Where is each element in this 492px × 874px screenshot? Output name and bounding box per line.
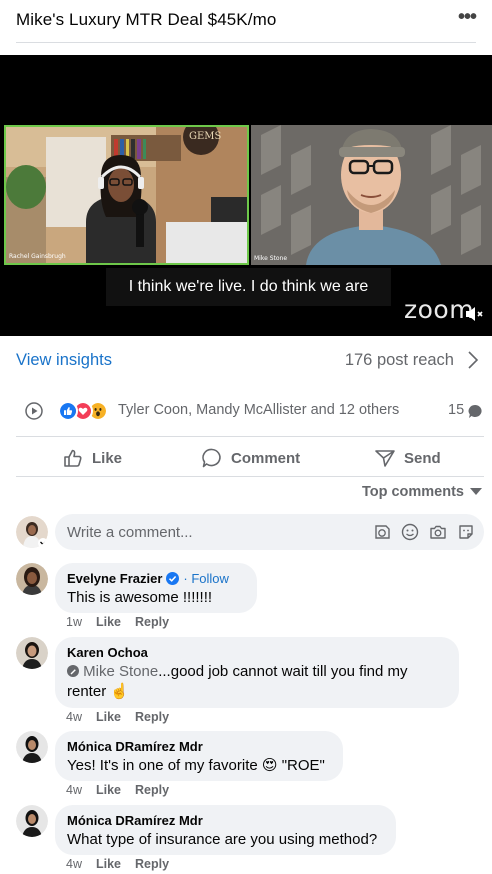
comment-reply-button[interactable]: Reply [135, 615, 169, 629]
comment-item: Evelyne Frazier · Follow This is awesome… [16, 563, 476, 633]
participant-tile-left: GEMS Rachel Gainsbrugh [4, 125, 249, 265]
comment-bubble: Evelyne Frazier · Follow This is awesome… [55, 563, 257, 613]
emoji-icon[interactable] [401, 523, 419, 541]
comment-like-button[interactable]: Like [96, 615, 121, 629]
divider [16, 42, 476, 43]
like-label: Like [92, 449, 123, 467]
comment-reply-button[interactable]: Reply [135, 783, 169, 797]
comment-count[interactable]: 15 [448, 402, 464, 418]
participant-video-rachel: GEMS [6, 127, 247, 263]
thumbs-up-icon [64, 449, 82, 467]
follow-link[interactable]: · Follow [183, 571, 229, 586]
post-title: Mike's Luxury MTR Deal $45K/mo [16, 10, 277, 29]
comment-item: Mónica DRamírez Mdr What type of insuran… [16, 805, 476, 874]
comment-bubble: Karen Ochoa Mike Stone...good job cannot… [55, 637, 459, 708]
comment-like-button[interactable]: Like [96, 857, 121, 871]
comment-button[interactable]: Comment [201, 444, 300, 472]
reaction-names[interactable]: Tyler Coon, Mandy McAllister and 12 othe… [118, 402, 399, 418]
comment-item: Mónica DRamírez Mdr Yes! It's in one of … [16, 731, 476, 801]
post-actions: Like Comment Send [0, 444, 492, 472]
wall-sign-text: GEMS [189, 131, 222, 142]
post-header: Mike's Luxury MTR Deal $45K/mo ••• [0, 0, 492, 42]
commenter-avatar[interactable] [16, 637, 48, 669]
avatar-sticker-icon[interactable] [373, 523, 391, 541]
mention-tag-icon [67, 665, 79, 677]
participant-name-right: Mike Stone [254, 255, 288, 262]
comment-time[interactable]: 4w [66, 857, 82, 871]
comment-composer [16, 514, 484, 550]
commenter-avatar[interactable] [16, 731, 48, 763]
comment-reply-button[interactable]: Reply [135, 710, 169, 724]
comment-label: Comment [231, 449, 301, 467]
commenter-avatar[interactable] [16, 805, 48, 837]
comment-time[interactable]: 1w [66, 615, 82, 629]
comment-icon [202, 448, 221, 468]
commenter-name[interactable]: Mónica DRamírez Mdr [67, 739, 331, 754]
mute-icon[interactable] [464, 304, 484, 324]
comment-like-button[interactable]: Like [96, 710, 121, 724]
comment-text: This is awesome !!!!!!! [67, 589, 213, 606]
commenter-name[interactable]: Karen Ochoa [67, 645, 447, 660]
view-insights-link[interactable]: View insights [16, 351, 112, 370]
comment-like-button[interactable]: Like [96, 783, 121, 797]
comment-bubble: Mónica DRamírez Mdr Yes! It's in one of … [55, 731, 343, 781]
post-reach[interactable]: 176 post reach [345, 351, 454, 370]
commenter-name[interactable]: Evelyne Frazier [67, 571, 162, 586]
more-options-icon[interactable]: ••• [458, 6, 477, 29]
caret-down-icon [470, 488, 482, 495]
verified-badge-icon [166, 572, 180, 585]
like-button[interactable]: Like [62, 444, 122, 472]
comment-meta: 4w Like Reply [66, 857, 169, 871]
comment-item: Karen Ochoa Mike Stone...good job cannot… [16, 637, 476, 727]
comment-body: Mike Stone...good job cannot wait till y… [67, 662, 447, 702]
camera-icon[interactable] [429, 523, 447, 541]
comment-text: What type of insurance are you using met… [67, 831, 378, 848]
send-label: Send [404, 449, 441, 467]
like-reaction-icon [58, 401, 78, 421]
commenter-avatar[interactable] [16, 563, 48, 595]
commenter-name[interactable]: Mónica DRamírez Mdr [67, 813, 384, 828]
current-user-avatar [16, 516, 48, 548]
send-icon [375, 450, 395, 467]
participant-name-left: Rachel Gainsbrugh [9, 253, 66, 260]
participant-tile-right: Mike Stone [251, 125, 492, 265]
comment-bubble-icon [468, 404, 482, 418]
comment-bubble: Mónica DRamírez Mdr What type of insuran… [55, 805, 396, 855]
sticker-icon[interactable] [457, 523, 475, 541]
comment-meta: 4w Like Reply [66, 710, 169, 724]
commenter-name-row: Evelyne Frazier · Follow [67, 571, 245, 586]
reaction-emojis[interactable] [58, 401, 114, 421]
comment-input-box[interactable] [55, 514, 484, 550]
live-caption: I think we're live. I do think we are [106, 268, 391, 306]
mention-link[interactable]: Mike Stone [83, 663, 158, 680]
comment-time[interactable]: 4w [66, 710, 82, 724]
comment-meta: 4w Like Reply [66, 783, 169, 797]
comment-meta: 1w Like Reply [66, 615, 169, 629]
divider [16, 436, 484, 437]
comment-sort-dropdown[interactable]: Top comments [362, 484, 482, 500]
comment-reply-button[interactable]: Reply [135, 857, 169, 871]
divider [16, 476, 484, 477]
sort-label: Top comments [361, 484, 464, 500]
participant-video-mike [251, 125, 492, 265]
comment-time[interactable]: 4w [66, 783, 82, 797]
send-button[interactable]: Send [374, 444, 441, 472]
video-player[interactable]: GEMS Rachel Gainsbrugh Mike Stone I thin… [0, 55, 492, 336]
comment-text: Yes! It's in one of my favorite 😍 "ROE" [67, 757, 325, 774]
reactions-bar: Tyler Coon, Mandy McAllister and 12 othe… [0, 395, 492, 427]
comment-input[interactable] [67, 514, 357, 550]
chevron-right-icon[interactable] [466, 350, 480, 370]
play-circle-icon[interactable] [25, 402, 43, 420]
